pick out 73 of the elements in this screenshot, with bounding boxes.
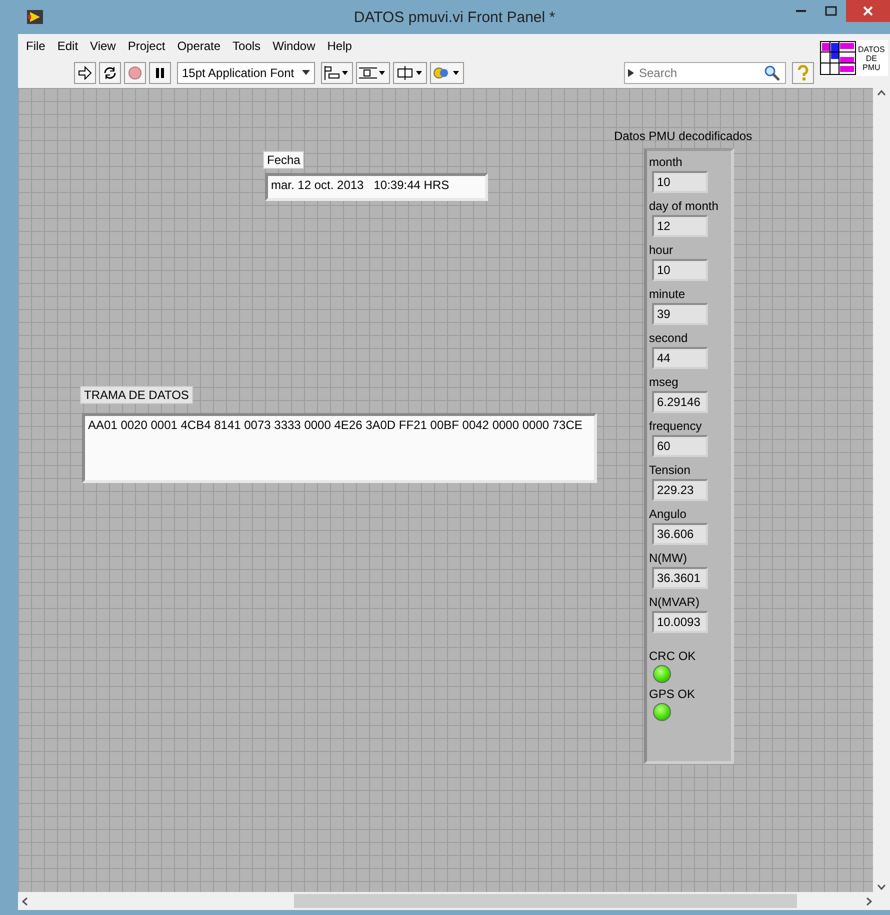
field-label: N(MW) [649,550,688,567]
caret-icon [628,69,634,77]
scroll-up-icon [877,90,886,96]
field-label: month [649,154,684,171]
numeric-indicator: 229.23 [652,479,708,501]
field-label: Angulo [649,506,688,523]
reorder-icon [433,66,462,80]
font-dropdown[interactable]: 15pt Application Font [177,62,316,84]
numeric-indicator: 44 [652,347,708,369]
numeric-indicator: 6.29146 [652,391,708,413]
vi-icon-text: DATOS [858,44,885,54]
numeric-indicator: 10.0093 [652,611,708,633]
close-button[interactable] [846,0,890,22]
distribute-icon [359,66,388,80]
run-button[interactable] [74,62,96,84]
scroll-down-icon [877,884,886,890]
field-label: frequency [649,418,703,435]
numeric-indicator: 39 [652,303,708,325]
field-label: hour [649,242,674,259]
stop-icon [128,66,142,80]
distribute-objects-button[interactable] [356,62,390,84]
cluster-label: Datos PMU decodificados [614,129,752,143]
vi-icon-text: PMU [862,62,880,72]
field-label: N(MVAR) [649,594,700,611]
numeric-indicator: 10 [652,171,708,193]
menu-item[interactable]: Window [266,39,322,53]
cycle-arrows-icon [103,66,117,80]
help-button[interactable] [792,62,814,84]
search-icon [764,65,780,81]
led-label: GPS OK [649,686,696,703]
led-label: CRC OK [649,648,697,665]
numeric-indicator: 12 [652,215,708,237]
run-continuously-button[interactable] [99,62,121,84]
menu-item[interactable]: File [20,39,52,53]
scroll-left-icon [22,896,28,906]
menu-item[interactable]: Tools [226,39,267,53]
resize-icon [396,66,424,80]
menu-item[interactable]: Project [122,39,172,53]
numeric-indicator: 36.3601 [652,567,708,589]
pause-button[interactable] [149,62,171,84]
field-label: second [649,330,689,347]
control-label: TRAMA DE DATOS [80,386,193,404]
minimize-icon [796,10,806,12]
field-label: day of month [649,198,720,215]
numeric-indicator: 60 [652,435,708,457]
menu-item[interactable]: View [84,39,122,53]
control-label: Fecha [263,151,304,169]
field-label: minute [649,286,686,303]
field-label: Tension [649,462,692,479]
numeric-indicator: 36.606 [652,523,708,545]
maximize-icon [825,6,837,16]
scrollbar-thumb[interactable] [294,894,797,908]
menu-item[interactable]: Edit [51,39,84,53]
scroll-right-icon [866,896,872,906]
align-icon [324,66,350,80]
menu-item[interactable]: Operate [171,39,227,53]
string-indicator: mar. 12 oct. 2013 10:39:44 HRS [265,173,488,201]
align-objects-button[interactable] [321,62,354,84]
reorder-button[interactable] [430,62,464,84]
arrow-icon [78,66,92,80]
numeric-indicator: 10 [652,259,708,281]
app-icon [27,10,43,24]
field-label: mseg [649,374,680,391]
close-icon [863,6,873,16]
caret-icon [302,70,310,76]
string-indicator: AA01 0020 0001 4CB4 8141 0073 3333 0000 4E26 3A0D FF21 00BF 0042 0000 0000 73CE [82,413,597,483]
menu-item[interactable]: Help [321,39,358,53]
question-mark-icon [797,65,809,81]
resize-objects-button[interactable] [393,62,428,84]
pause-icon [154,67,166,79]
window-title: DATOS pmuvi.vi Front Panel * [352,8,556,26]
vi-icon-text: DE [866,54,877,62]
search-field[interactable]: Search [624,62,786,84]
